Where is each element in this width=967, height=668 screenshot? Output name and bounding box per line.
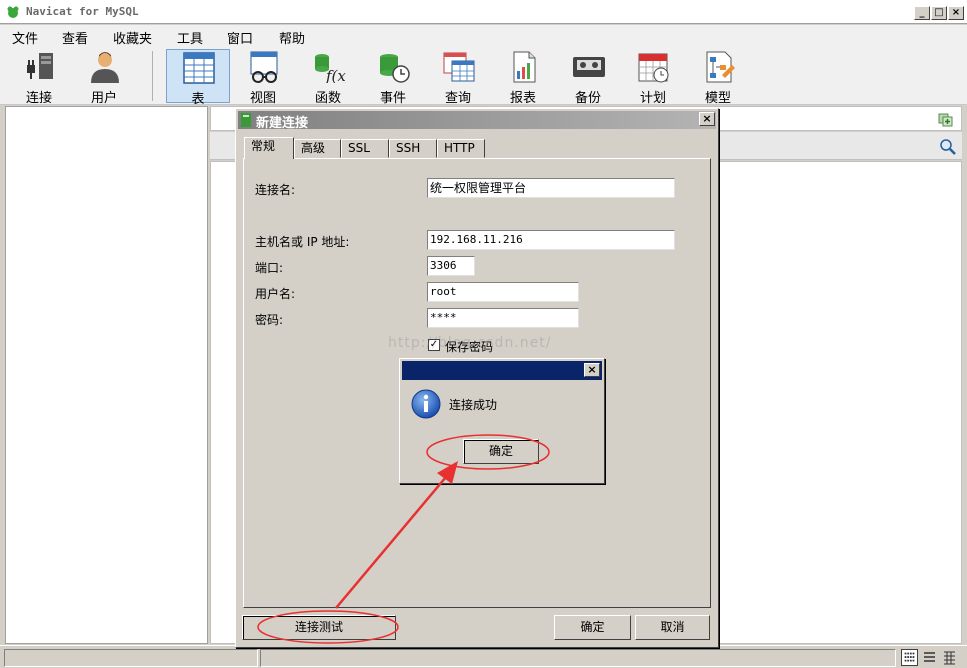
message-box-titlebar: × xyxy=(402,361,602,380)
toolbar-label: 用户 xyxy=(90,91,117,106)
password-label: 密码: xyxy=(255,313,284,327)
main-toolbar: 连接 用户 表 视图 f(x) 函数 事件 xyxy=(0,47,967,107)
detail-view-icon[interactable] xyxy=(941,649,958,666)
toolbar-label: 连接 xyxy=(25,91,52,106)
function-icon: f(x) xyxy=(315,54,346,83)
toolbar-report-button[interactable]: 报表 xyxy=(492,49,554,106)
toolbar-function-button[interactable]: f(x) 函数 xyxy=(297,49,359,106)
success-message-box: × 连接成功 确定 xyxy=(399,358,605,484)
toolbar-label: 查询 xyxy=(444,91,471,106)
dialog-title: 新建连接 xyxy=(256,116,309,131)
message-ok-button[interactable]: 确定 xyxy=(463,439,539,464)
menu-window[interactable]: 窗口 xyxy=(227,28,253,47)
toolbar-separator xyxy=(152,51,153,101)
toolbar-table-button[interactable]: 表 xyxy=(166,49,230,107)
toolbar-model-button[interactable]: 模型 xyxy=(687,49,749,106)
toolbar-label: 视图 xyxy=(249,91,276,106)
search-icon[interactable] xyxy=(939,138,957,156)
port-input[interactable]: 3306 xyxy=(427,256,475,276)
minimize-button[interactable]: _ xyxy=(914,6,930,20)
window-title: Navicat for MySQL xyxy=(26,5,139,18)
toolbar-backup-button[interactable]: 备份 xyxy=(557,49,619,106)
username-label: 用户名: xyxy=(255,287,296,301)
message-text: 连接成功 xyxy=(449,398,498,412)
view-glasses-icon xyxy=(250,51,278,83)
tab-ssl[interactable]: SSL xyxy=(341,139,389,158)
table-icon xyxy=(183,52,215,84)
status-cell-main xyxy=(260,649,896,667)
toolbar-label: 事件 xyxy=(379,91,406,106)
tab-advanced[interactable]: 高级 xyxy=(294,139,341,158)
status-bar xyxy=(0,645,967,668)
toolbar-schedule-button[interactable]: 计划 xyxy=(622,49,684,106)
menu-help[interactable]: 帮助 xyxy=(279,28,305,47)
toolbar-label: 表 xyxy=(191,92,205,107)
port-label: 端口: xyxy=(255,261,284,275)
toolbar-connection-button[interactable]: 连接 xyxy=(8,49,70,106)
navicat-logo-icon xyxy=(7,6,19,18)
add-object-icon[interactable] xyxy=(937,110,955,128)
dialog-close-button[interactable]: × xyxy=(699,112,715,126)
toolbar-label: 计划 xyxy=(639,91,666,106)
backup-tape-icon xyxy=(573,57,605,77)
menu-file[interactable]: 文件 xyxy=(12,28,38,47)
event-clock-icon xyxy=(380,54,410,83)
info-icon xyxy=(411,389,441,419)
dialog-titlebar: 新建连接 × xyxy=(238,111,716,131)
calendar-schedule-icon xyxy=(638,53,669,83)
model-diagram-icon xyxy=(706,51,735,83)
svg-text:f(x): f(x) xyxy=(325,67,346,83)
tab-ssh[interactable]: SSH xyxy=(389,139,437,158)
toolbar-label: 备份 xyxy=(574,91,601,106)
window-titlebar: Navicat for MySQL _ □ × xyxy=(0,0,967,24)
connection-tree-panel[interactable] xyxy=(5,106,208,644)
password-input[interactable]: **** xyxy=(427,308,579,328)
connection-name-input[interactable]: 统一权限管理平台 xyxy=(427,178,675,198)
connection-name-label: 连接名: xyxy=(255,183,296,197)
dialog-ok-button[interactable]: 确定 xyxy=(554,615,631,640)
username-input[interactable]: root xyxy=(427,282,579,302)
toolbar-label: 函数 xyxy=(314,91,341,106)
host-input[interactable]: 192.168.11.216 xyxy=(427,230,675,250)
close-window-button[interactable]: × xyxy=(948,6,964,20)
toolbar-query-button[interactable]: 查询 xyxy=(427,49,489,106)
report-icon xyxy=(513,51,536,83)
toolbar-view-button[interactable]: 视图 xyxy=(232,49,294,106)
message-box-close-button[interactable]: × xyxy=(584,363,600,377)
host-label: 主机名或 IP 地址: xyxy=(255,235,350,249)
connection-doc-icon xyxy=(241,113,251,127)
plug-connection-icon xyxy=(27,53,53,79)
list-view-icon[interactable] xyxy=(921,649,938,666)
query-icon xyxy=(443,52,475,82)
grid-view-icon[interactable] xyxy=(901,649,918,666)
user-icon xyxy=(91,52,119,83)
toolbar-user-button[interactable]: 用户 xyxy=(73,49,135,106)
menu-tools[interactable]: 工具 xyxy=(177,28,203,47)
watermark-text: http://blog.csdn.net/ xyxy=(388,335,552,351)
tab-general[interactable]: 常规 xyxy=(244,137,294,159)
status-cell-left xyxy=(4,649,258,667)
menu-favorites[interactable]: 收藏夹 xyxy=(113,28,152,47)
menu-view[interactable]: 查看 xyxy=(62,28,88,47)
dialog-cancel-button[interactable]: 取消 xyxy=(635,615,710,640)
toolbar-event-button[interactable]: 事件 xyxy=(362,49,424,106)
menu-bar: 文件 查看 收藏夹 工具 窗口 帮助 xyxy=(0,25,967,47)
test-connection-button[interactable]: 连接测试 xyxy=(242,615,396,640)
maximize-button[interactable]: □ xyxy=(931,6,947,20)
tab-http[interactable]: HTTP xyxy=(437,139,485,158)
toolbar-label: 报表 xyxy=(509,91,536,106)
toolbar-label: 模型 xyxy=(704,91,731,106)
